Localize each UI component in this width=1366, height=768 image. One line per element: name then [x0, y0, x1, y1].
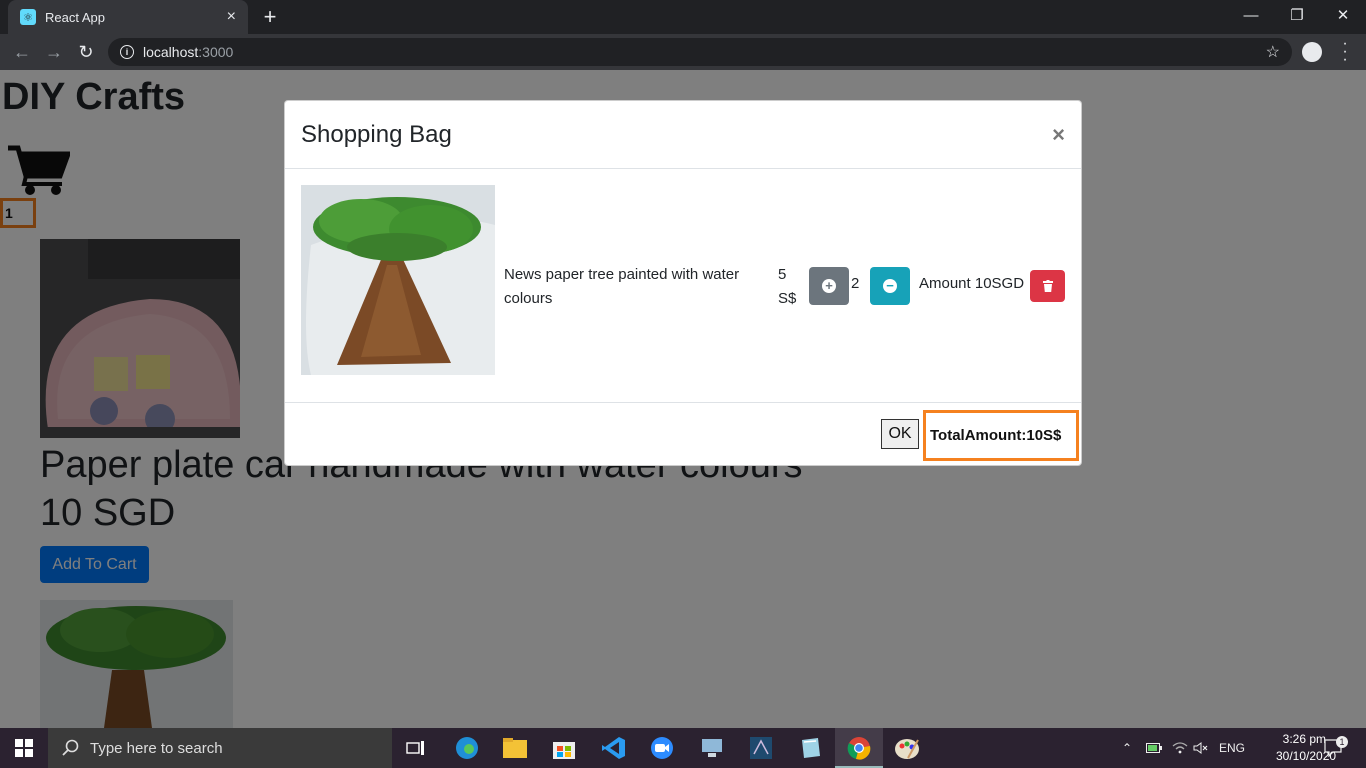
edge-icon[interactable]	[451, 732, 483, 764]
item-image	[301, 185, 495, 375]
profile-icon[interactable]	[1302, 42, 1322, 62]
zoom-icon[interactable]	[646, 732, 678, 764]
notifications-icon[interactable]: 1	[1324, 728, 1348, 768]
paint-icon[interactable]	[891, 732, 923, 764]
language-indicator[interactable]: ENG	[1219, 728, 1245, 768]
windows-start-icon[interactable]	[0, 728, 48, 768]
file-explorer-icon[interactable]	[499, 732, 531, 764]
clock-date: 30/10/2020	[1276, 749, 1337, 763]
minimize-button[interactable]: —	[1228, 0, 1274, 30]
browser-tab[interactable]: ⚛ React App ×	[8, 0, 248, 34]
search-icon	[62, 739, 79, 756]
total-amount: TotalAmount:10S$	[923, 410, 1079, 461]
wifi-icon[interactable]	[1172, 728, 1188, 768]
close-icon[interactable]: ×	[1052, 122, 1065, 148]
item-quantity: 2	[851, 275, 860, 292]
modal-title: Shopping Bag	[301, 120, 452, 148]
search-placeholder: Type here to search	[90, 739, 223, 757]
react-icon: ⚛	[20, 9, 36, 25]
modal-body: News paper tree painted with water colou…	[285, 169, 1081, 403]
taskbar-search[interactable]: Type here to search	[48, 728, 392, 768]
sql-server-icon[interactable]	[745, 732, 777, 764]
url-port: :3000	[198, 44, 234, 60]
clock-time: 3:26 pm	[1282, 732, 1326, 746]
taskbar-clock[interactable]: 3:26 pm 30/10/2020	[1276, 731, 1337, 765]
plus-circle-icon: +	[822, 279, 836, 293]
forward-icon[interactable]: →	[42, 40, 66, 64]
show-hidden-icons[interactable]: ⌃	[1122, 728, 1132, 768]
task-view-icon[interactable]	[400, 732, 432, 764]
browser-tabbar: ⚛ React App × + — ❐ ✕	[0, 0, 1366, 34]
vscode-icon[interactable]	[598, 732, 630, 764]
info-icon[interactable]: i	[120, 45, 134, 59]
trash-icon	[1042, 280, 1053, 292]
item-amount: Amount 10SGD	[919, 275, 1025, 292]
tab-title: React App	[45, 9, 105, 25]
page-content: DIY Crafts 1 Paper plate car handmade wi…	[0, 70, 1366, 728]
item-price: 5 S$	[778, 266, 797, 307]
modal-header: Shopping Bag ×	[285, 101, 1081, 169]
new-tab-button[interactable]: +	[258, 4, 282, 30]
remote-desktop-icon[interactable]	[696, 732, 728, 764]
store-icon[interactable]	[548, 732, 580, 764]
bookmark-star-icon[interactable]: ☆	[1266, 42, 1280, 62]
tab-close-icon[interactable]: ×	[227, 8, 236, 26]
browser-toolbar: ← → ↻ i localhost:3000 ☆ · · ·	[0, 34, 1366, 70]
item-name: News paper tree painted with water colou…	[504, 266, 740, 307]
chrome-icon[interactable]	[843, 732, 875, 764]
back-icon[interactable]: ←	[10, 40, 34, 64]
speaker-muted-icon[interactable]	[1193, 728, 1209, 768]
address-bar[interactable]: i localhost:3000 ☆	[108, 38, 1292, 66]
url-host: localhost	[143, 44, 199, 60]
ok-button[interactable]: OK	[881, 419, 919, 449]
increase-quantity-button[interactable]: +	[809, 267, 849, 305]
minus-circle-icon: −	[883, 279, 897, 293]
notes-app-icon[interactable]	[794, 732, 826, 764]
modal-footer: OK TotalAmount:10S$	[285, 403, 1081, 465]
shopping-bag-modal: Shopping Bag × News paper tree painted w…	[284, 100, 1082, 466]
menu-dots-icon[interactable]: · · ·	[1340, 36, 1350, 68]
taskbar: Type here to search ⌃ ENG 3:26 pm 30/10/…	[0, 728, 1366, 768]
notification-count: 1	[1336, 736, 1348, 748]
close-window-button[interactable]: ✕	[1320, 0, 1366, 30]
battery-icon[interactable]	[1146, 728, 1162, 768]
decrease-quantity-button[interactable]: −	[870, 267, 910, 305]
restore-button[interactable]: ❐	[1274, 0, 1320, 30]
delete-item-button[interactable]	[1030, 270, 1065, 302]
reload-icon[interactable]: ↻	[74, 40, 98, 64]
